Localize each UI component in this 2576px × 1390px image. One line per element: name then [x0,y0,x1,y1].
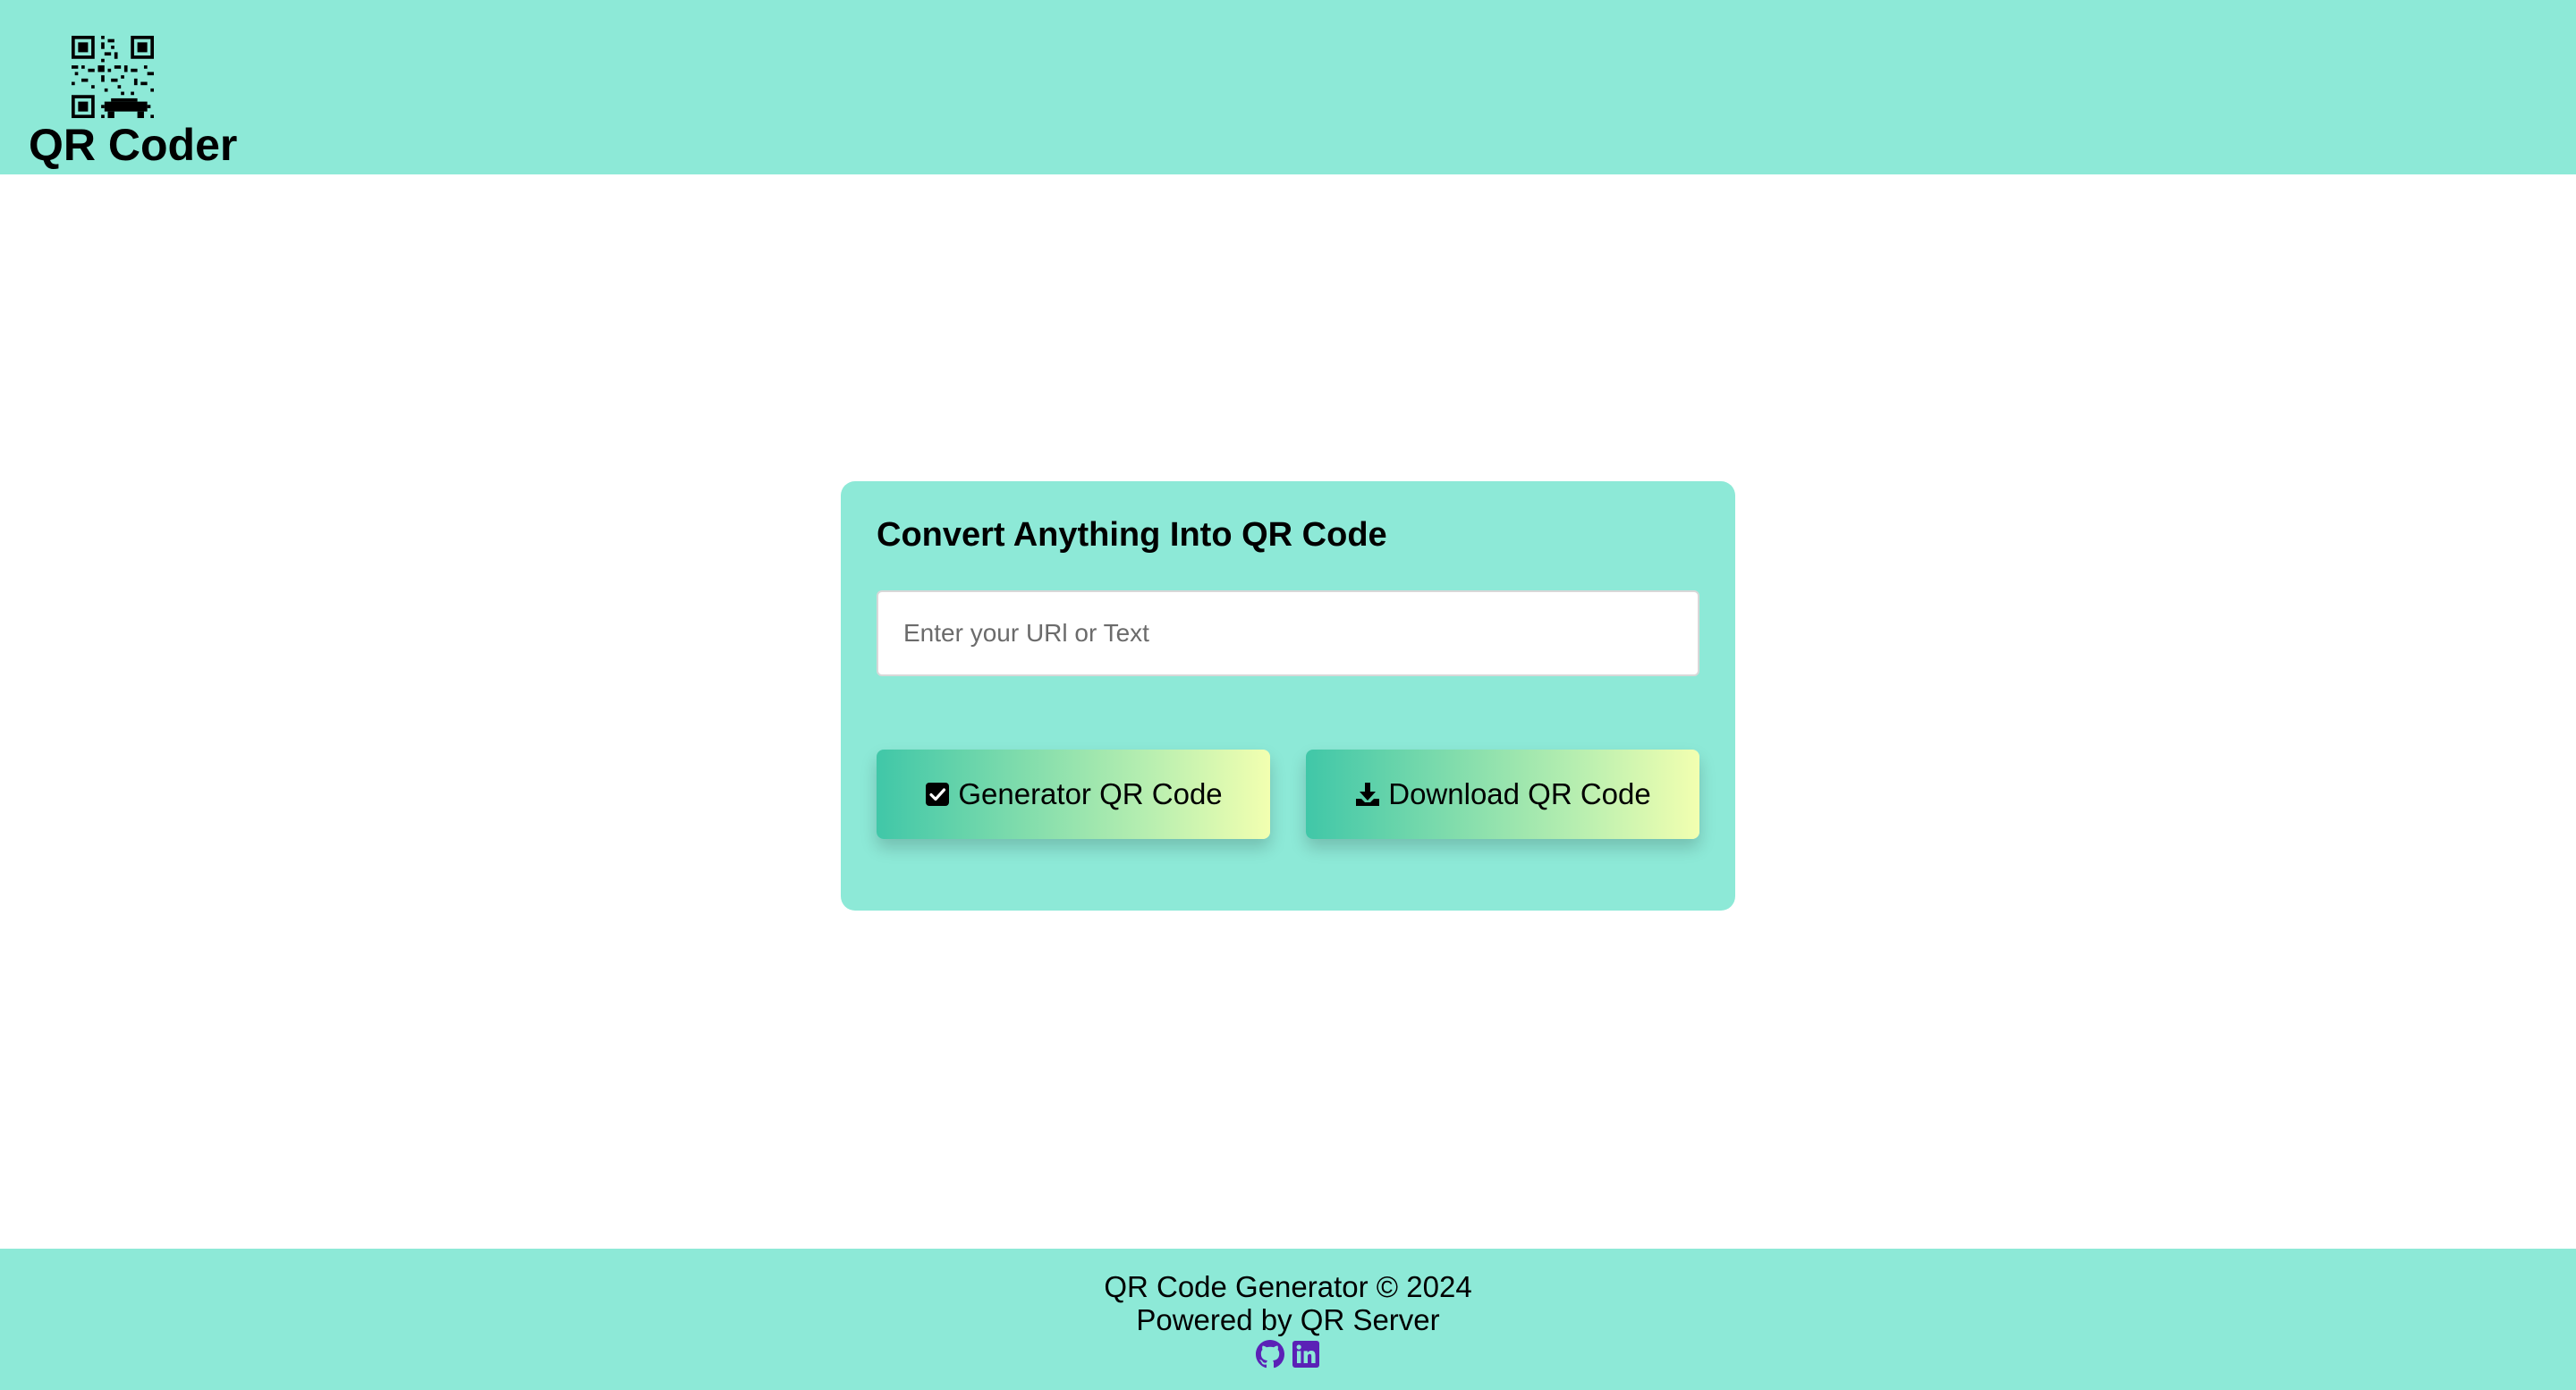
download-icon [1356,783,1380,806]
url-input[interactable] [877,590,1699,676]
github-link[interactable] [1256,1340,1284,1369]
footer-powered-by: Powered by QR Server [1136,1303,1440,1336]
generate-button-label: Generator QR Code [958,777,1223,810]
social-links [0,1340,2576,1369]
card-title: Convert Anything Into QR Code [877,516,1387,554]
footer: QR Code Generator © 2024 Powered by QR S… [0,1249,2576,1390]
linkedin-link[interactable] [1292,1340,1320,1369]
download-qr-button[interactable]: Download QR Code [1306,750,1699,839]
generate-qr-button[interactable]: Generator QR Code [877,750,1270,839]
github-icon [1256,1340,1284,1369]
download-button-label: Download QR Code [1388,777,1651,810]
app-title: QR Coder [29,120,238,170]
linkedin-icon [1292,1341,1319,1368]
header: QR Coder [0,0,2576,174]
footer-copyright: QR Code Generator © 2024 [1104,1270,1472,1303]
check-square-icon [926,783,950,806]
qr-code-icon [72,36,154,118]
qr-generator-card: Convert Anything Into QR Code Generator … [841,481,1735,911]
